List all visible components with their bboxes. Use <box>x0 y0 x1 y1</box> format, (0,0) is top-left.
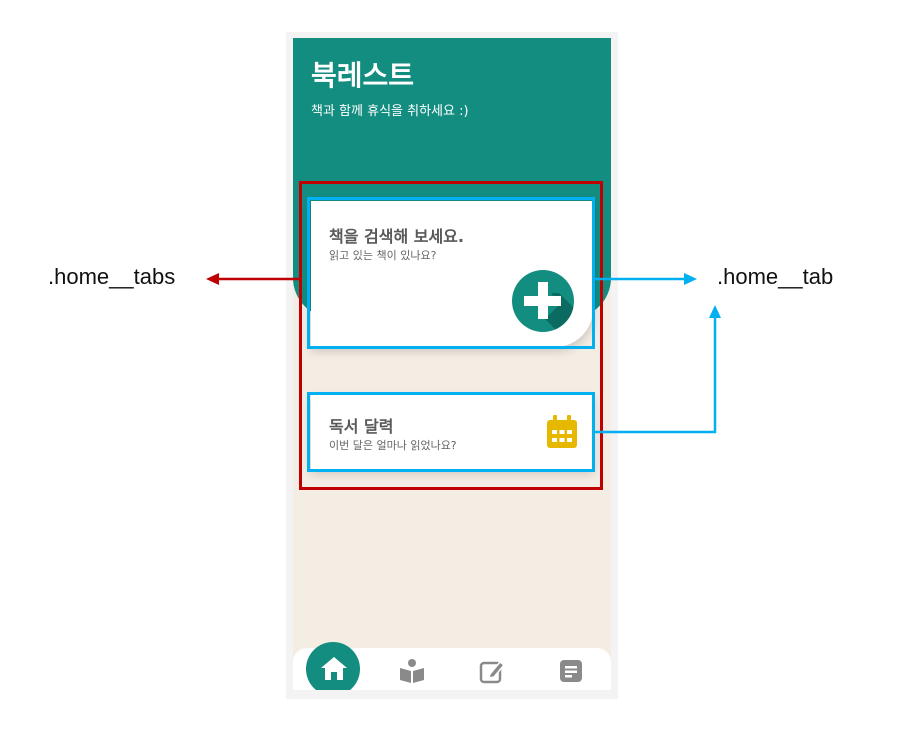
tabs-arrow-head <box>206 273 219 285</box>
annotation-arrows <box>206 273 721 434</box>
home-tab-label: .home__tab <box>717 264 834 289</box>
home-tabs-label: .home__tabs <box>48 264 176 289</box>
tab-arrow-head <box>709 305 721 318</box>
tab-arrow-head <box>684 273 697 285</box>
tab-arrow-line <box>595 318 717 434</box>
